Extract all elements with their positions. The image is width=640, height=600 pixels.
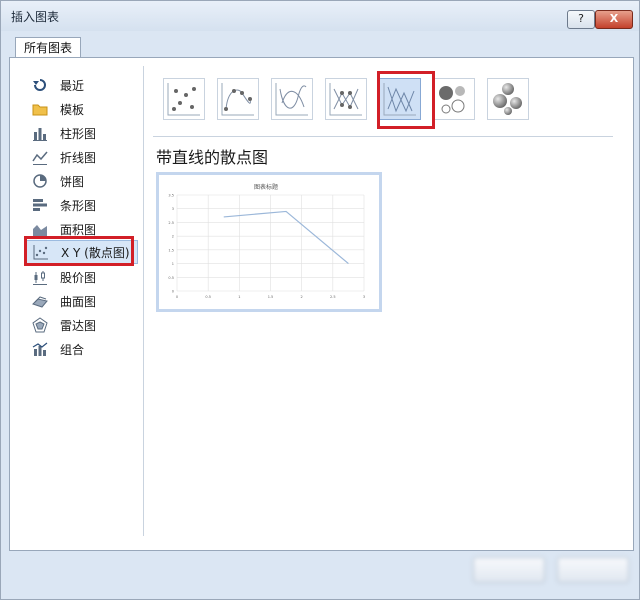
sidebar-item-label: 模板 — [60, 103, 85, 117]
sidebar-item-line[interactable]: 折线图 — [24, 146, 136, 168]
sidebar-item-radar[interactable]: 雷达图 — [24, 314, 136, 336]
sidebar-item-label: 股价图 — [60, 271, 97, 285]
sidebar-item-stock[interactable]: 股价图 — [24, 266, 136, 288]
preview-y-tick-label: 0.5 — [168, 276, 174, 280]
stock-chart-icon — [33, 271, 47, 285]
preview-chart-title: 图表标题 — [254, 183, 278, 191]
scatter-smooth-lines-markers-icon — [221, 83, 254, 116]
radar-chart-icon — [32, 317, 48, 333]
scatter-smooth-lines-button[interactable] — [271, 78, 313, 120]
pie-chart-icon — [33, 174, 47, 188]
sidebar-item-label: 雷达图 — [60, 319, 97, 333]
bar-chart-icon — [33, 199, 47, 211]
preview-y-tick-label: 0 — [172, 290, 174, 294]
divider-vertical — [143, 66, 144, 536]
tab-all-charts[interactable]: 所有图表 — [15, 37, 82, 58]
ok-button[interactable] — [473, 557, 545, 583]
scatter-straight-lines-markers-button[interactable] — [325, 78, 367, 120]
sidebar-item-combo[interactable]: 组合 — [24, 338, 136, 360]
column-chart-icon — [33, 128, 47, 141]
recent-icon — [33, 79, 46, 91]
scatter-smooth-lines-markers-button[interactable] — [217, 78, 259, 120]
preview-y-tick-label: 2 — [172, 235, 174, 239]
preview-y-tick-label: 3 — [172, 207, 174, 211]
sidebar-item-label: 柱形图 — [60, 127, 97, 141]
close-button[interactable]: X — [595, 10, 633, 29]
chart-category-list: 最近 模板 柱形图 折线图 饼图 条形图 面积图 X Y (散点图) 股价图 曲… — [10, 58, 142, 536]
preview-y-tick-label: 1 — [172, 262, 174, 266]
chart-preview[interactable]: 图表标题 0 0.5 1 1.5 2 2.5 3 3.5 0 0.5 1 1.5 2 2.5 3 — [156, 172, 382, 312]
preview-y-tick-label: 3.5 — [168, 194, 174, 198]
preview-y-tick-label: 1.5 — [168, 248, 174, 252]
tab-strip: 所有图表 — [9, 35, 633, 58]
bubble-3d-icon — [493, 83, 522, 115]
sidebar-item-templates[interactable]: 模板 — [24, 98, 136, 120]
scatter-subtype-button[interactable] — [163, 78, 205, 120]
sidebar-item-column[interactable]: 柱形图 — [24, 122, 136, 144]
sidebar-item-surface[interactable]: 曲面图 — [24, 290, 136, 312]
highlight-scatter-category — [24, 236, 134, 266]
surface-chart-icon — [32, 296, 48, 308]
line-chart-icon — [32, 151, 48, 165]
preview-series-line — [223, 210, 349, 265]
bubble-3d-subtype-button[interactable] — [487, 78, 529, 120]
sidebar-item-label: 折线图 — [60, 151, 97, 165]
scatter-icon — [167, 83, 200, 116]
sidebar-item-label: 最近 — [60, 79, 85, 93]
sidebar-item-bar[interactable]: 条形图 — [24, 194, 136, 216]
sidebar-item-label: 组合 — [60, 343, 85, 357]
bubble-icon — [439, 86, 465, 114]
insert-chart-dialog: 插入图表 ? X 所有图表 最近 模板 柱形图 折线图 饼图 条形图 面积图 X… — [0, 0, 640, 600]
preview-x-tick-label: 2.5 — [330, 295, 336, 299]
subtype-title: 带直线的散点图 — [156, 148, 269, 167]
preview-chart-svg: 图表标题 0 0.5 1 1.5 2 2.5 3 3.5 0 0.5 1 1.5 2 2.5 3 — [168, 183, 365, 299]
sidebar-item-recent[interactable]: 最近 — [24, 74, 136, 96]
preview-x-tick-label: 1.5 — [268, 295, 274, 299]
preview-x-tick-label: 0 — [176, 295, 178, 299]
preview-x-tick-label: 0.5 — [205, 295, 211, 299]
area-chart-icon — [33, 225, 47, 236]
sidebar-item-label: 曲面图 — [60, 295, 97, 309]
preview-x-tick-label: 2 — [301, 295, 303, 299]
help-button[interactable]: ? — [567, 10, 595, 29]
folder-icon — [32, 104, 48, 116]
scatter-smooth-lines-icon — [275, 83, 308, 116]
sidebar-item-pie[interactable]: 饼图 — [24, 170, 136, 192]
title-bar[interactable]: 插入图表 ? X — [1, 1, 639, 31]
cancel-button[interactable] — [557, 557, 629, 583]
scatter-straight-lines-markers-icon — [329, 83, 362, 116]
highlight-selected-subtype — [377, 71, 435, 129]
dialog-title: 插入图表 — [11, 10, 60, 24]
preview-y-tick-label: 2.5 — [168, 221, 174, 225]
divider-horizontal — [153, 136, 613, 137]
preview-x-tick-label: 1 — [238, 295, 240, 299]
sidebar-item-label: 条形图 — [60, 199, 97, 213]
preview-x-tick-label: 3 — [363, 295, 365, 299]
combo-chart-icon — [32, 342, 48, 356]
dialog-content: 最近 模板 柱形图 折线图 饼图 条形图 面积图 X Y (散点图) 股价图 曲… — [9, 57, 634, 551]
sidebar-item-label: 饼图 — [60, 175, 85, 189]
bubble-subtype-button[interactable] — [433, 78, 475, 120]
